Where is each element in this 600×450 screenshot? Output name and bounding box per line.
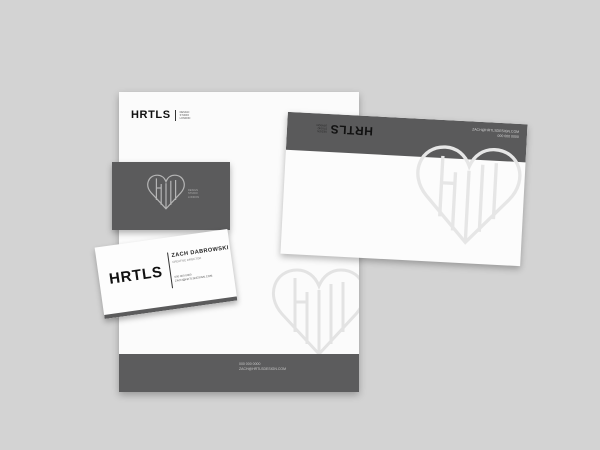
envelope-heart-monogram-icon: [412, 144, 523, 247]
letterhead-tagline: DESIGN STUDIO LONDON: [180, 111, 202, 120]
letterhead-tagline-line: LONDON: [179, 116, 191, 120]
letterhead-footer-info: 000 000 0000 ZACH@HRTLSDESIGN.COM: [239, 362, 286, 372]
card-contact: 000 000 0000 ZACH@HRTLSDESIGN.COM: [174, 270, 212, 282]
letterhead-footer: 000 000 0000 ZACH@HRTLSDESIGN.COM: [119, 354, 359, 392]
letterhead-footer-email: ZACH@HRTLSDESIGN.COM: [239, 367, 287, 371]
stationery-scene: HRTLS DESIGN STUDIO LONDON 000 000 0000 …: [0, 0, 600, 450]
card-back-tagline-line: LONDON: [188, 195, 200, 199]
envelope: HRTLS DESIGN STUDIO LONDON ZACH@HRTLSDES…: [280, 111, 528, 267]
envelope-tagline: DESIGN STUDIO LONDON: [305, 123, 327, 134]
letterhead-watermark-heart-monogram-icon: [271, 268, 359, 356]
letterhead-wordmark: HRTLS: [131, 109, 171, 121]
letterhead-logo: HRTLS DESIGN STUDIO LONDON: [131, 109, 202, 121]
envelope-wordmark: HRTLS: [329, 122, 374, 139]
card-heart-monogram-icon: [147, 174, 185, 210]
card-wordmark: HRTLS: [108, 263, 164, 288]
business-card-back: DESIGN STUDIO LONDON: [112, 162, 230, 230]
card-back-tagline: DESIGN STUDIO LONDON: [188, 189, 212, 199]
letterhead-logo-divider: [174, 109, 176, 121]
